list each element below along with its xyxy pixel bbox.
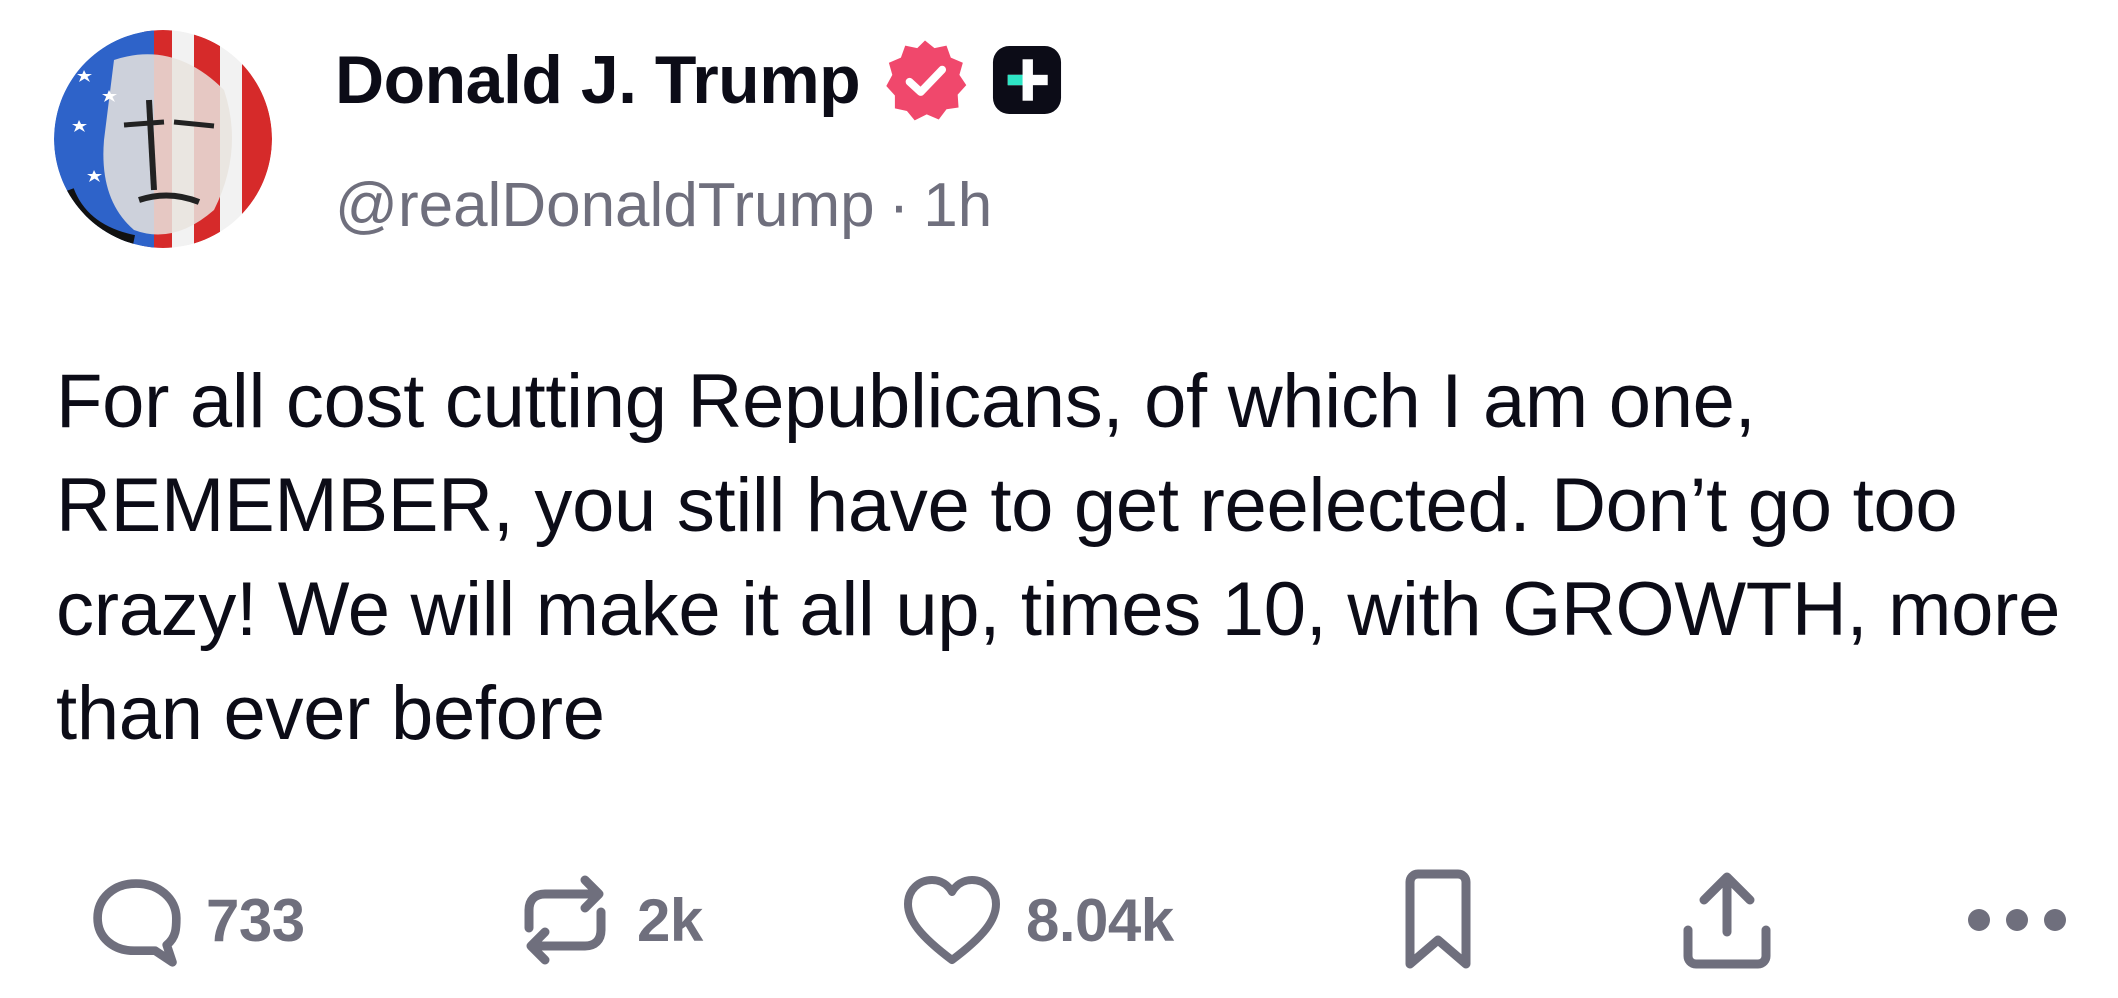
heart-icon bbox=[900, 872, 1004, 968]
author-display-name[interactable]: Donald J. Trump bbox=[335, 41, 861, 119]
author-handle[interactable]: @realDonaldTrump bbox=[335, 170, 875, 241]
more-options-button[interactable] bbox=[1965, 860, 2069, 980]
verified-check-icon[interactable] bbox=[882, 37, 968, 123]
share-button[interactable] bbox=[1680, 860, 1774, 980]
like-count: 8.04k bbox=[1026, 886, 1174, 954]
repost-count: 2k bbox=[637, 886, 703, 954]
post-timestamp[interactable]: 1h bbox=[923, 170, 992, 241]
post-action-bar: 733 2k 8.04k bbox=[0, 860, 2118, 980]
bookmark-icon bbox=[1400, 868, 1476, 972]
like-button[interactable]: 8.04k bbox=[900, 860, 1174, 980]
reply-icon bbox=[88, 872, 184, 968]
repost-button[interactable]: 2k bbox=[515, 860, 703, 980]
author-avatar[interactable] bbox=[54, 30, 272, 248]
reply-button[interactable]: 733 bbox=[88, 860, 305, 980]
author-name-row: Donald J. Trump bbox=[335, 38, 1064, 122]
more-dots-icon bbox=[1965, 905, 2069, 935]
reply-count: 733 bbox=[206, 886, 305, 954]
share-icon bbox=[1680, 868, 1774, 972]
post-body-text: For all cost cutting Republicans, of whi… bbox=[56, 359, 2061, 756]
meta-separator: · bbox=[888, 170, 910, 240]
bookmark-button[interactable] bbox=[1400, 860, 1476, 980]
author-meta-row: @realDonaldTrump · 1h bbox=[335, 165, 992, 245]
plus-badge-icon[interactable] bbox=[990, 43, 1064, 117]
post-card: Donald J. Trump @realDonaldTrump · 1h Fo… bbox=[0, 0, 2118, 998]
avatar-image bbox=[54, 30, 272, 248]
repost-icon bbox=[515, 870, 615, 970]
